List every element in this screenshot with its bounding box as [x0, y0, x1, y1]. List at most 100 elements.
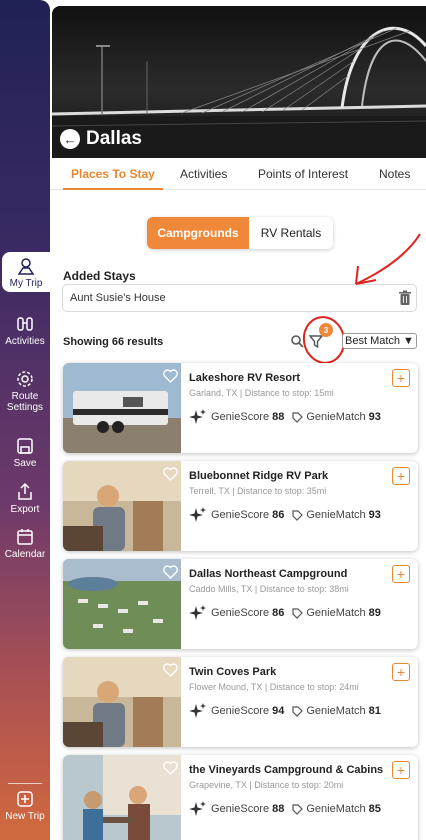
- genie-match-value: 85: [368, 803, 381, 815]
- main-panel: ← Dallas Places To Stay Activities Point…: [50, 0, 426, 840]
- listing-location: Terrell, TX | Distance to stop: 35mi: [189, 486, 327, 496]
- gear-icon: [17, 371, 33, 387]
- save-icon: [17, 438, 33, 454]
- sparkle-icon: [189, 703, 206, 718]
- tab-notes[interactable]: Notes: [379, 167, 410, 181]
- sparkle-icon: [189, 507, 206, 522]
- add-listing-button[interactable]: +: [392, 565, 410, 583]
- listing-scores: GenieScore 86 GenieMatch 89: [189, 604, 381, 622]
- new-trip-button[interactable]: New Trip: [0, 789, 50, 822]
- listing-name[interactable]: Dallas Northeast Campground: [189, 568, 347, 580]
- add-listing-button[interactable]: +: [392, 369, 410, 387]
- tab-places-to-stay[interactable]: Places To Stay: [71, 167, 155, 181]
- sidebar-item-route-settings[interactable]: Route Settings: [0, 369, 50, 413]
- city-name: Dallas: [86, 128, 142, 149]
- add-listing-button[interactable]: +: [392, 663, 410, 681]
- listing-card[interactable]: Dallas Northeast Campground Caddo Mills,…: [63, 559, 418, 649]
- sidebar-item-save[interactable]: Save: [0, 436, 50, 469]
- tab-points-of-interest[interactable]: Points of Interest: [258, 167, 348, 181]
- genie-match-value: 81: [368, 705, 381, 717]
- tag-icon: [292, 411, 304, 423]
- map-pin-icon: [17, 258, 35, 275]
- sparkle-icon: [189, 605, 206, 620]
- sidebar-item-label: Export: [10, 504, 40, 515]
- tag-icon: [292, 705, 304, 717]
- sidebar-item-label: Activities: [5, 336, 45, 347]
- active-tab-indicator: [63, 188, 163, 190]
- listing-name[interactable]: Twin Coves Park: [189, 666, 276, 678]
- genie-score-value: 94: [272, 705, 285, 717]
- annotation-arrow: [355, 233, 421, 285]
- binoculars-icon: [17, 317, 33, 331]
- genie-match-label: GenieMatch: [306, 509, 366, 521]
- sparkle-icon: [189, 801, 206, 816]
- listing-card[interactable]: Twin Coves Park Flower Mound, TX | Dista…: [63, 657, 418, 747]
- sidebar-item-label: My Trip: [9, 278, 43, 289]
- heart-icon[interactable]: [163, 663, 178, 677]
- heart-icon[interactable]: [163, 467, 178, 481]
- sidebar-item-export[interactable]: Export: [0, 482, 50, 515]
- campgrounds-button[interactable]: Campgrounds: [147, 217, 249, 249]
- listing-location: Grapevine, TX | Distance to stop: 20mi: [189, 780, 344, 790]
- listing-card[interactable]: Lakeshore RV Resort Garland, TX | Distan…: [63, 363, 418, 453]
- sidebar: My Trip Activities Route Settings Save E…: [0, 0, 50, 840]
- genie-match-value: 93: [368, 411, 381, 423]
- genie-score-value: 86: [272, 509, 285, 521]
- genie-match-label: GenieMatch: [306, 705, 366, 717]
- listing-name[interactable]: Bluebonnet Ridge RV Park: [189, 470, 328, 482]
- heart-icon[interactable]: [163, 369, 178, 383]
- sidebar-item-label: Route Settings: [6, 391, 44, 413]
- rv-rentals-button[interactable]: RV Rentals: [249, 217, 333, 249]
- tag-icon: [292, 803, 304, 815]
- add-icon: [17, 791, 33, 807]
- tab-bar: Places To Stay Activities Points of Inte…: [50, 160, 426, 190]
- listing-scores: GenieScore 86 GenieMatch 93: [189, 506, 381, 524]
- genie-match-value: 93: [368, 509, 381, 521]
- results-count: Showing 66 results: [63, 336, 164, 348]
- calendar-icon: [17, 529, 33, 545]
- add-listing-button[interactable]: +: [392, 467, 410, 485]
- add-listing-button[interactable]: +: [392, 761, 410, 779]
- sort-select[interactable]: Best Match ▼: [342, 333, 417, 349]
- listing-name[interactable]: the Vineyards Campground & Cabins: [189, 764, 383, 776]
- genie-score-label: GenieScore: [211, 411, 270, 423]
- genie-match-label: GenieMatch: [306, 607, 366, 619]
- heart-icon[interactable]: [163, 761, 178, 775]
- listing-name[interactable]: Lakeshore RV Resort: [189, 372, 300, 384]
- chevron-down-icon: ▼: [403, 335, 414, 347]
- sidebar-item-label: Save: [13, 458, 37, 469]
- listing-card[interactable]: Bluebonnet Ridge RV Park Terrell, TX | D…: [63, 461, 418, 551]
- heart-icon[interactable]: [163, 565, 178, 579]
- sidebar-item-activities[interactable]: Activities: [0, 314, 50, 347]
- sort-value: Best Match: [345, 335, 401, 347]
- listing-location: Caddo Mills, TX | Distance to stop: 38mi: [189, 584, 349, 594]
- genie-score-label: GenieScore: [211, 803, 270, 815]
- export-icon: [18, 482, 32, 500]
- genie-match-label: GenieMatch: [306, 803, 366, 815]
- page-title: ← Dallas: [60, 128, 142, 150]
- sidebar-divider: [8, 783, 42, 784]
- stay-type-toggle: Campgrounds RV Rentals: [147, 217, 333, 249]
- sidebar-item-label: Calendar: [4, 549, 46, 560]
- genie-score-value: 88: [272, 411, 285, 423]
- city-hero-image: ← Dallas: [52, 6, 426, 158]
- back-arrow-icon[interactable]: ←: [60, 129, 80, 149]
- genie-score-label: GenieScore: [211, 509, 270, 521]
- genie-score-value: 86: [272, 607, 285, 619]
- listing-location: Garland, TX | Distance to stop: 15mi: [189, 388, 334, 398]
- new-trip-label: New Trip: [5, 811, 45, 822]
- sidebar-item-calendar[interactable]: Calendar: [0, 527, 50, 560]
- listing-scores: GenieScore 88 GenieMatch 93: [189, 408, 381, 426]
- tab-activities[interactable]: Activities: [180, 167, 227, 181]
- listing-card[interactable]: the Vineyards Campground & Cabins Grapev…: [63, 755, 418, 840]
- tag-icon: [292, 509, 304, 521]
- listing-scores: GenieScore 88 GenieMatch 85: [189, 800, 381, 818]
- listing-scores: GenieScore 94 GenieMatch 81: [189, 702, 381, 720]
- listing-location: Flower Mound, TX | Distance to stop: 24m…: [189, 682, 359, 692]
- added-stays-label: Added Stays: [63, 269, 136, 283]
- added-stay-name: Aunt Susie's House: [70, 292, 166, 304]
- sidebar-item-my-trip[interactable]: My Trip: [2, 252, 50, 292]
- genie-score-label: GenieScore: [211, 705, 270, 717]
- sparkle-icon: [189, 409, 206, 424]
- trash-icon[interactable]: [398, 290, 412, 306]
